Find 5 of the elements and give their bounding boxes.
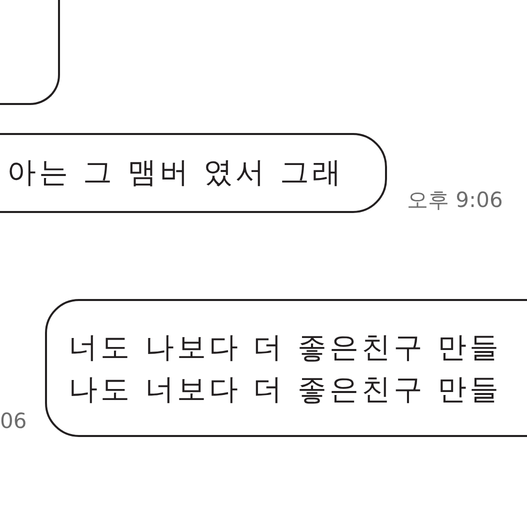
timestamp: 06 xyxy=(0,408,27,434)
timestamp: 오후 9:06 xyxy=(407,186,503,214)
message-text: 나도 너보다 더 좋은친구 만들 xyxy=(68,371,502,408)
message-text: 너도 나보다 더 좋은친구 만들 xyxy=(68,328,502,366)
message-text: 아는 그 맴버 였서 그래 xyxy=(7,154,344,192)
